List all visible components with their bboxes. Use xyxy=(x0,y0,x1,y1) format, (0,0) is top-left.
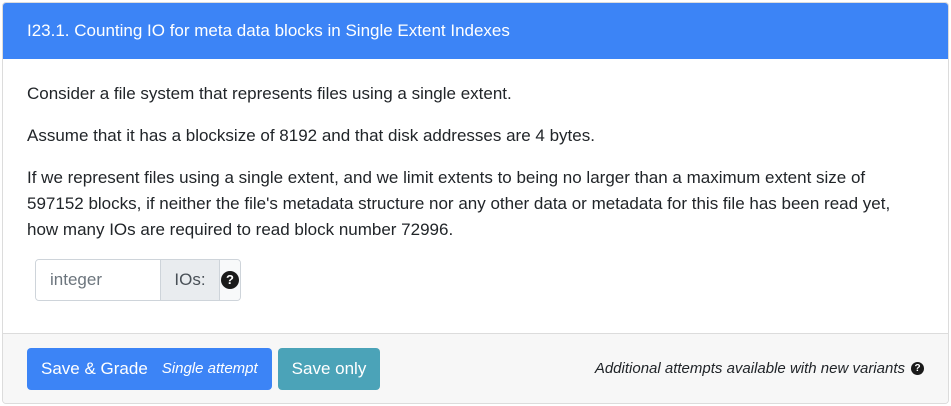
question-footer: Save & Grade Single attempt Save only Ad… xyxy=(3,333,948,403)
save-grade-label: Save & Grade xyxy=(41,358,148,378)
save-grade-button[interactable]: Save & Grade Single attempt xyxy=(27,347,272,390)
answer-input-group: IOs: ? xyxy=(35,259,241,301)
question-paragraph-1: Consider a file system that represents f… xyxy=(27,84,512,103)
question-circle-icon[interactable]: ? xyxy=(911,362,924,375)
answer-input[interactable] xyxy=(36,260,160,300)
question-paragraph-2: Assume that it has a blocksize of 8192 a… xyxy=(27,126,595,145)
question-header: I23.1. Counting IO for meta data blocks … xyxy=(3,3,948,59)
question-title: I23.1. Counting IO for meta data blocks … xyxy=(27,21,510,40)
save-grade-sublabel: Single attempt xyxy=(161,360,258,377)
question-card: I23.1. Counting IO for meta data blocks … xyxy=(2,2,949,404)
question-paragraph-3: If we represent files using a single ext… xyxy=(27,168,891,239)
save-only-button[interactable]: Save only xyxy=(277,347,381,390)
attempts-note: Additional attempts available with new v… xyxy=(595,360,924,377)
question-body: Consider a file system that represents f… xyxy=(3,59,948,301)
save-only-label: Save only xyxy=(291,358,367,378)
unit-label: IOs: xyxy=(160,260,220,300)
attempts-note-text: Additional attempts available with new v… xyxy=(594,360,905,377)
question-circle-icon: ? xyxy=(221,271,239,289)
help-button[interactable]: ? xyxy=(220,260,240,300)
